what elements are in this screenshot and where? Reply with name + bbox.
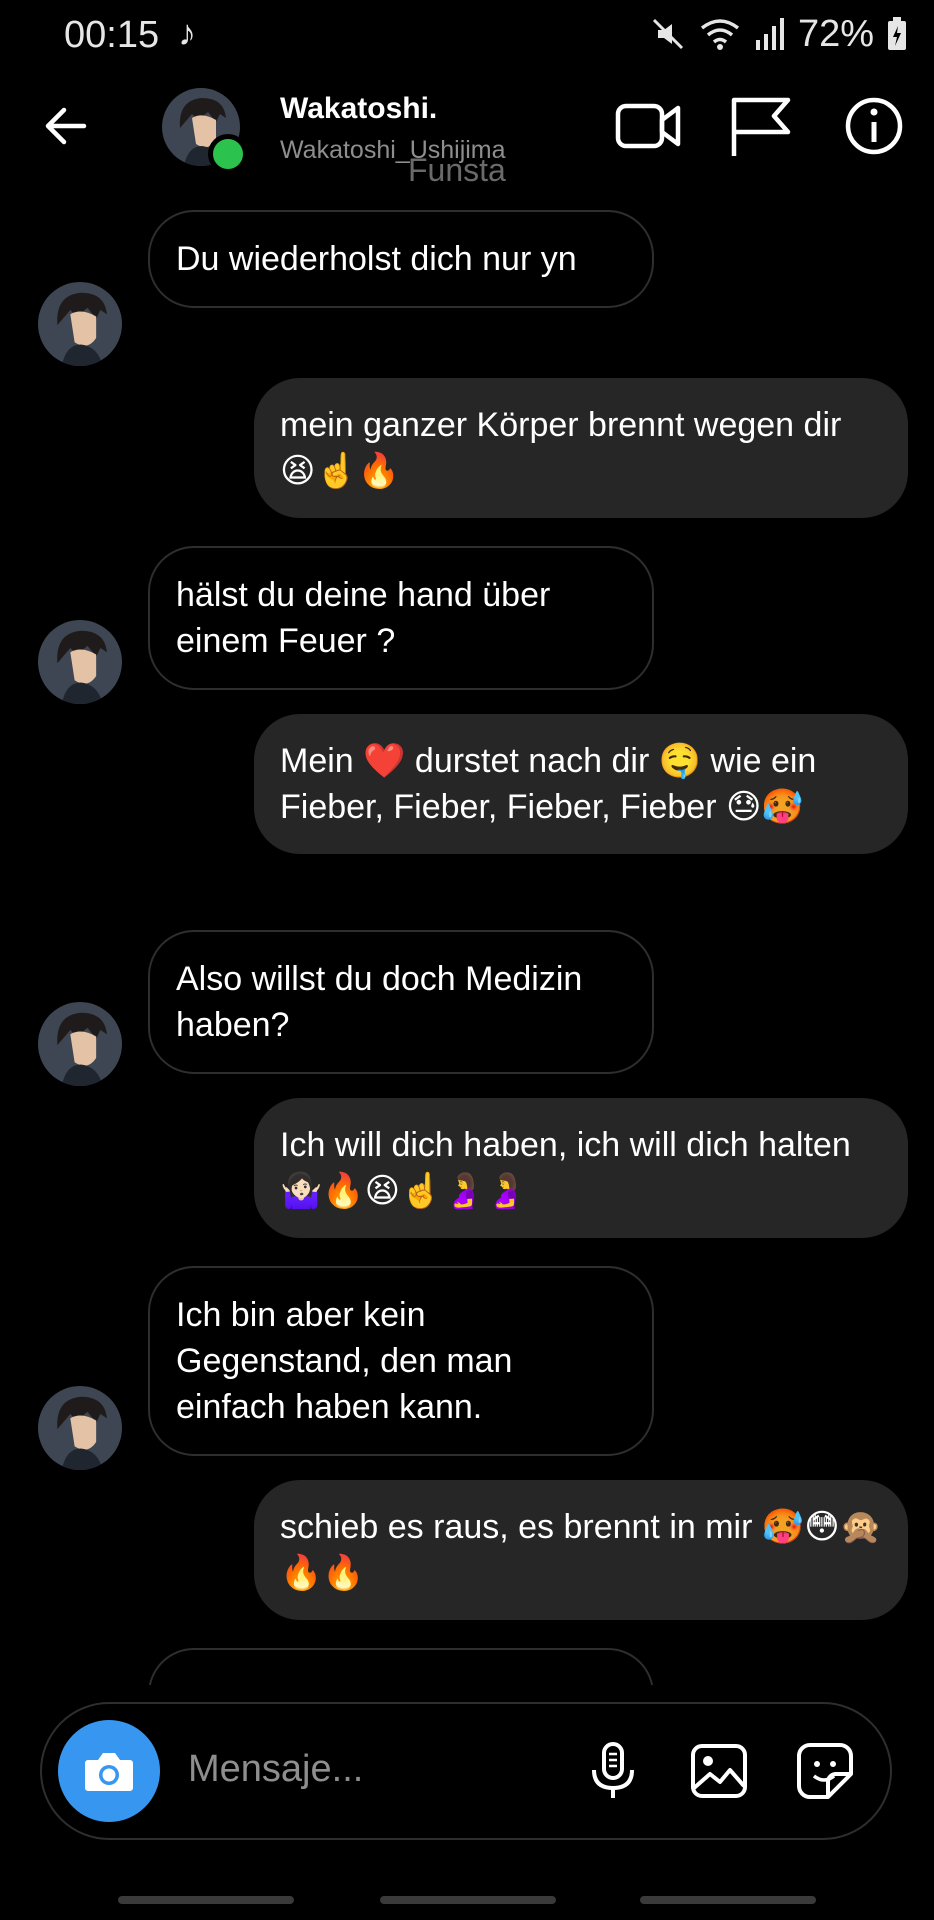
mute-icon [652, 18, 683, 50]
message-bubble-incoming[interactable]: Also willst du doch Medizin haben? [148, 930, 654, 1074]
nav-home-button[interactable] [380, 1896, 556, 1904]
chat-header: Wakatoshi. Wakatoshi_Ushijima Funsta [0, 70, 934, 188]
signal-icon [755, 18, 784, 50]
microphone-icon[interactable] [582, 1740, 644, 1802]
sticker-icon[interactable] [794, 1740, 856, 1802]
music-note-icon: ♪ [178, 12, 196, 53]
camera-icon [85, 1753, 133, 1791]
nav-back-button[interactable] [640, 1896, 816, 1904]
wifi-icon [700, 19, 740, 50]
sender-avatar[interactable] [38, 620, 122, 704]
back-arrow-icon[interactable] [40, 100, 92, 152]
message-bubble-outgoing[interactable]: Mein ❤️ durstet nach dir 🤤 wie ein Fiebe… [254, 714, 908, 854]
message-composer[interactable]: Mensaje... [40, 1702, 892, 1840]
contact-display-name[interactable]: Wakatoshi. [280, 92, 437, 126]
message-thread[interactable]: Du wiederholst dich nur yn mein ganzer K… [0, 180, 934, 1685]
status-indicators: 72% [650, 12, 908, 56]
online-status-dot [208, 134, 248, 174]
message-input[interactable]: Mensaje... [188, 1748, 363, 1791]
message-bubble-incoming-partial[interactable] [148, 1648, 654, 1685]
status-time: 00:15 [64, 14, 160, 56]
video-call-icon[interactable] [614, 94, 682, 158]
battery-icon [888, 17, 906, 50]
camera-button[interactable] [58, 1720, 160, 1822]
flag-icon[interactable] [726, 94, 794, 158]
message-bubble-incoming[interactable]: hälst du deine hand über einem Feuer ? [148, 546, 654, 690]
message-bubble-outgoing[interactable]: Ich will dich haben, ich will dich halte… [254, 1098, 908, 1238]
sender-avatar[interactable] [38, 1002, 122, 1086]
battery-percentage: 72% [797, 12, 874, 55]
gallery-icon[interactable] [688, 1740, 750, 1802]
message-bubble-incoming[interactable]: Ich bin aber kein Gegenstand, den man ei… [148, 1266, 654, 1456]
sender-avatar[interactable] [38, 282, 122, 366]
message-bubble-outgoing[interactable]: mein ganzer Körper brennt wegen dir 😫☝️🔥 [254, 378, 908, 518]
status-bar: 00:15 ♪ 72% [0, 0, 934, 70]
sender-avatar[interactable] [38, 1386, 122, 1470]
nav-recents-button[interactable] [118, 1896, 294, 1904]
info-icon[interactable] [840, 94, 908, 158]
message-bubble-incoming[interactable]: Du wiederholst dich nur yn [148, 210, 654, 308]
message-bubble-outgoing[interactable]: schieb es raus, es brennt in mir 🥵😳🙊🔥🔥 [254, 1480, 908, 1620]
